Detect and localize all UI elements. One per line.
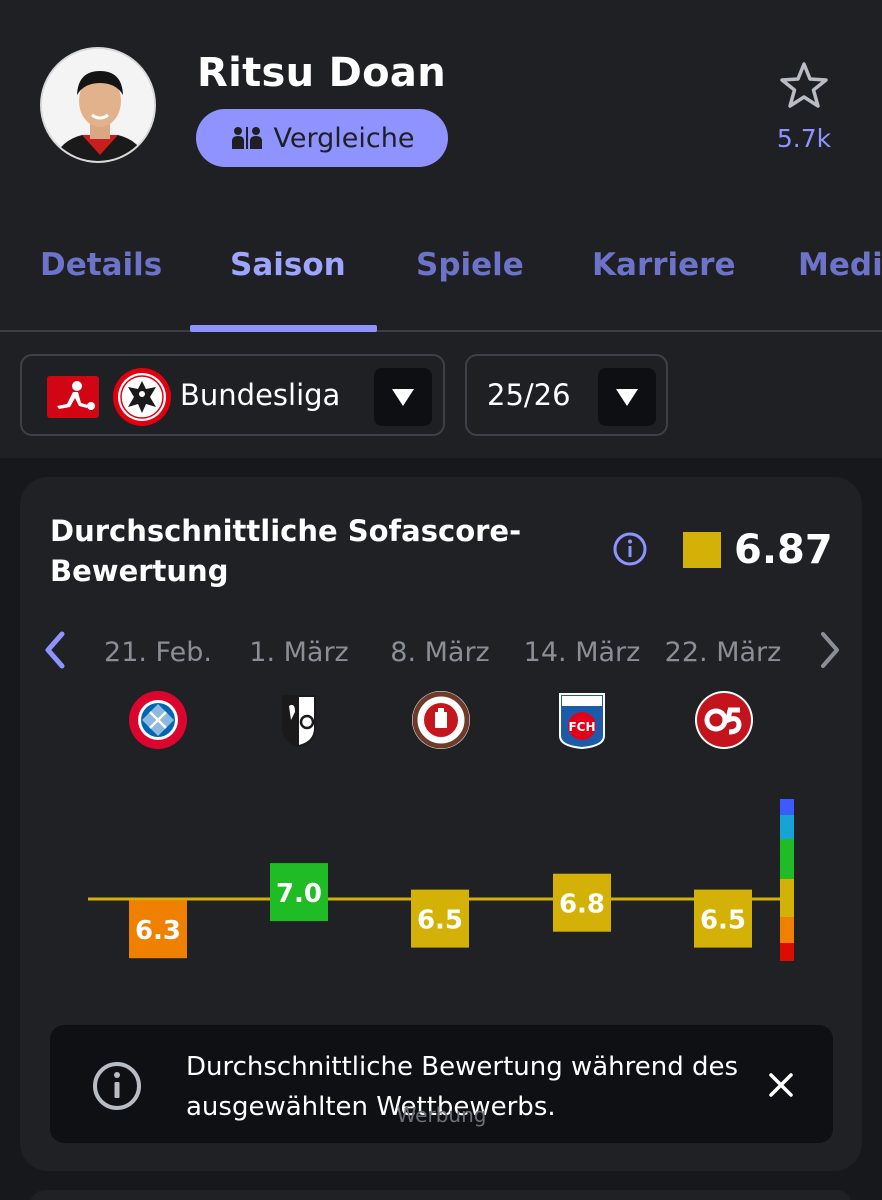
rating-scale-segment: [780, 839, 794, 879]
eintracht-frankfurt-crest: [113, 368, 171, 426]
match-date: 8. März: [390, 637, 490, 668]
rating-value: 6.8: [559, 890, 605, 920]
rating-value: 6.5: [700, 906, 746, 936]
favorite-count: 5.7k: [776, 124, 832, 153]
filter-bar: Bundesliga 25/26: [0, 334, 882, 458]
rating-value: 6.3: [135, 916, 181, 946]
player-avatar: [40, 47, 156, 163]
rating-scale-segment: [780, 879, 794, 917]
compare-button[interactable]: Vergleiche: [196, 109, 448, 167]
tab-karriere[interactable]: Karriere: [592, 247, 735, 283]
rating-box[interactable]: 6.5: [411, 889, 469, 948]
average-rating-value: 6.87: [734, 527, 833, 573]
rating-scale-segment: [780, 917, 794, 943]
match-date: 22. März: [664, 637, 782, 668]
triangle-down-icon: [392, 389, 414, 406]
average-rating-card: Durchschnittliche Sofascore-Bewertung 6.…: [20, 477, 862, 1171]
active-tab-indicator: [190, 325, 377, 332]
mainz-05-crest[interactable]: [694, 690, 754, 750]
season-dropdown-button[interactable]: [598, 368, 656, 426]
player-photo: [42, 49, 154, 161]
player-header: Ritsu Doan Vergleiche 5.7k: [0, 0, 882, 215]
player-name: Ritsu Doan: [197, 50, 446, 96]
sc-freiburg-crest[interactable]: [269, 690, 329, 750]
tab-saison[interactable]: Saison: [230, 247, 346, 283]
chevron-left-icon[interactable]: [40, 630, 70, 670]
average-rating-color-square: [683, 532, 721, 568]
rating-scale-segment: [780, 815, 794, 839]
rating-box[interactable]: 6.5: [694, 889, 752, 948]
season-label: 25/26: [487, 378, 571, 412]
player-page: Ritsu Doan Vergleiche 5.7k Details Saiso…: [0, 0, 882, 1200]
match-date: 14. März: [523, 637, 641, 668]
tab-spiele[interactable]: Spiele: [416, 247, 524, 283]
competition-select[interactable]: Bundesliga: [20, 354, 445, 436]
info-icon[interactable]: [612, 531, 648, 567]
tab-details[interactable]: Details: [40, 247, 162, 283]
fc-bayern-crest[interactable]: [128, 690, 188, 750]
star-icon: [780, 62, 828, 108]
fc-st-pauli-crest[interactable]: [411, 690, 471, 750]
rating-box[interactable]: 7.0: [270, 863, 328, 922]
rating-box[interactable]: 6.8: [553, 873, 611, 932]
next-card-edge: [30, 1190, 852, 1200]
info-toast: Durchschnittliche Bewertung während des …: [50, 1025, 833, 1143]
rating-chart: 6.3 7.0 6.5 6.8 6.5: [88, 799, 794, 961]
chevron-right-icon[interactable]: [815, 630, 845, 670]
match-date: 21. Feb.: [104, 637, 212, 668]
rating-scale-segment: [780, 799, 794, 815]
compare-button-label: Vergleiche: [273, 122, 415, 154]
match-date: 1. März: [249, 637, 349, 668]
card-title: Durchschnittliche Sofascore-Bewertung: [50, 514, 522, 588]
bundesliga-logo: [47, 376, 99, 418]
close-icon[interactable]: [763, 1067, 799, 1103]
competition-label: Bundesliga: [180, 378, 341, 412]
ad-label: Werbung: [396, 1103, 487, 1127]
favorite-button[interactable]: 5.7k: [760, 60, 848, 153]
heidenheim-crest[interactable]: FCH: [552, 690, 612, 750]
rating-scale-segment: [780, 943, 794, 961]
svg-text:FCH: FCH: [568, 720, 595, 734]
competition-dropdown-button[interactable]: [374, 368, 432, 426]
season-select[interactable]: 25/26: [465, 354, 668, 436]
rating-box[interactable]: 6.3: [129, 900, 187, 959]
tab-bar: Details Saison Spiele Karriere Medi: [0, 215, 882, 332]
tab-medien[interactable]: Medi: [798, 247, 882, 283]
compare-icon: [231, 127, 262, 149]
rating-value: 6.5: [417, 906, 463, 936]
rating-value: 7.0: [276, 879, 322, 909]
triangle-down-icon: [616, 389, 638, 406]
